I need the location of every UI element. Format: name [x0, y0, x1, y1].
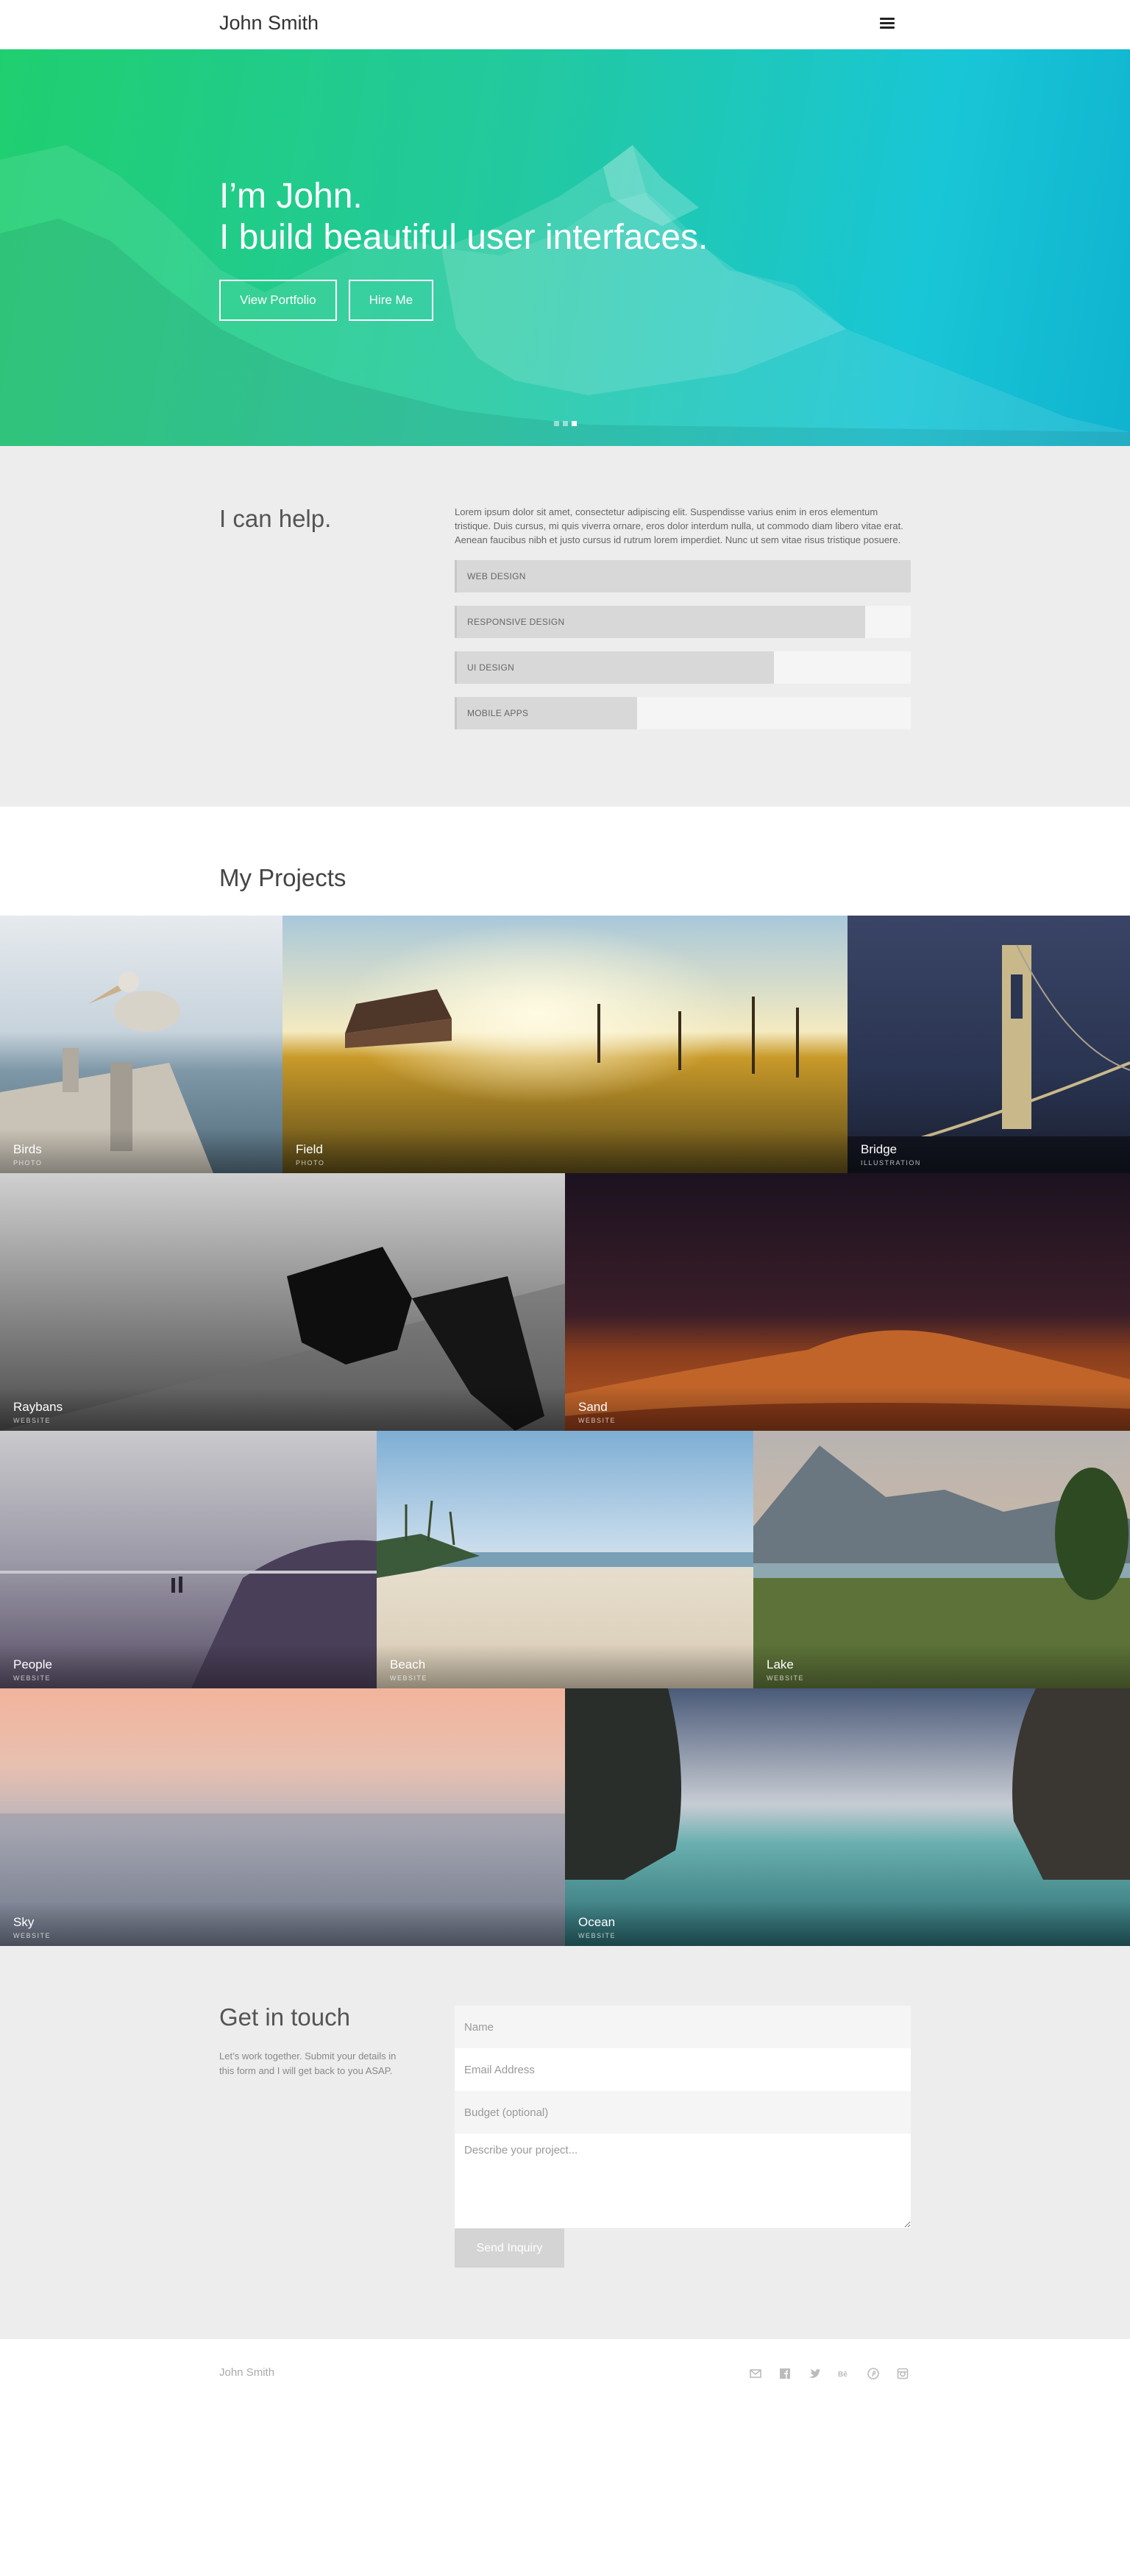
project-tile-birds[interactable]: Birds PHOTO — [0, 916, 282, 1173]
services-description: Lorem ipsum dolor sit amet, consectetur … — [455, 506, 903, 545]
services-title: I can help. — [219, 505, 332, 532]
project-name: Field — [296, 1142, 323, 1156]
services-section: I can help. Lorem ipsum dolor sit amet, … — [0, 446, 1130, 807]
slider-dot-3[interactable] — [571, 421, 577, 426]
projects-grid: Birds PHOTO Field PHOTO Bridge ILLUSTRAT… — [0, 916, 1130, 1946]
svg-text:Bē: Bē — [838, 2371, 848, 2379]
hamburger-menu-icon[interactable] — [880, 18, 895, 29]
skill-bar: RESPONSIVE DESIGN — [455, 606, 911, 638]
contact-description: Let’s work together. Submit your details… — [219, 2050, 397, 2076]
skill-bar: UI DESIGN — [455, 651, 911, 684]
twitter-icon[interactable] — [806, 2366, 822, 2382]
project-name: Ocean — [578, 1915, 616, 1929]
project-tile-bridge[interactable]: Bridge ILLUSTRATION — [848, 916, 1130, 1173]
instagram-icon[interactable] — [895, 2366, 911, 2382]
slider-dot-2[interactable] — [562, 421, 568, 426]
send-inquiry-button[interactable]: Send Inquiry — [455, 2229, 564, 2268]
skill-label: WEB DESIGN — [467, 571, 526, 581]
project-category: WEBSITE — [13, 1417, 51, 1424]
project-category: WEBSITE — [578, 1932, 616, 1939]
project-tile-beach[interactable]: Beach WEBSITE — [377, 1431, 753, 1688]
project-name: Lake — [767, 1657, 794, 1671]
project-category: WEBSITE — [767, 1674, 805, 1682]
project-tile-sand[interactable]: Sand WEBSITE — [565, 1173, 1130, 1431]
contact-form: Send Inquiry — [455, 2006, 911, 2268]
project-name: Bridge — [861, 1142, 898, 1156]
projects-header: My Projects — [0, 807, 1130, 916]
project-name: People — [13, 1657, 52, 1671]
hero-section: I’m John. I build beautiful user interfa… — [0, 49, 1130, 446]
project-name: Raybans — [13, 1400, 63, 1414]
projects-title: My Projects — [219, 864, 347, 891]
budget-field[interactable] — [455, 2091, 911, 2134]
brand-logo[interactable]: John Smith — [219, 12, 319, 35]
project-name: Sand — [578, 1400, 608, 1414]
skill-label: RESPONSIVE DESIGN — [467, 617, 565, 627]
hero-line-2: I build beautiful user interfaces. — [219, 218, 708, 257]
project-tile-people[interactable]: People WEBSITE — [0, 1431, 377, 1688]
project-name: Beach — [390, 1657, 426, 1671]
project-tile-raybans[interactable]: Raybans WEBSITE — [0, 1173, 565, 1431]
project-tile-field[interactable]: Field PHOTO — [282, 916, 848, 1173]
project-category: WEBSITE — [578, 1417, 616, 1424]
project-category: WEBSITE — [13, 1674, 51, 1682]
project-category: WEBSITE — [390, 1674, 428, 1682]
name-field[interactable] — [455, 2006, 911, 2048]
project-name: Birds — [13, 1142, 42, 1156]
project-category: WEBSITE — [13, 1932, 51, 1939]
slider-dot-1[interactable] — [553, 421, 559, 426]
project-tile-sky[interactable]: Sky WEBSITE — [0, 1688, 565, 1946]
hire-me-button[interactable]: Hire Me — [348, 280, 434, 321]
hero-heading: I’m John. I build beautiful user interfa… — [219, 176, 708, 258]
footer-brand: John Smith — [219, 2366, 275, 2379]
email-icon[interactable] — [747, 2366, 764, 2382]
view-portfolio-button[interactable]: View Portfolio — [219, 280, 337, 321]
hero-line-1: I’m John. — [219, 177, 363, 216]
pinterest-icon[interactable] — [865, 2366, 881, 2382]
slider-dots — [0, 421, 1130, 426]
project-category: PHOTO — [296, 1159, 325, 1167]
skill-bar: MOBILE APPS — [455, 697, 911, 729]
project-name: Sky — [13, 1915, 35, 1929]
project-tile-lake[interactable]: Lake WEBSITE — [753, 1431, 1130, 1688]
site-header: John Smith — [0, 0, 1130, 49]
skill-label: UI DESIGN — [467, 662, 515, 673]
facebook-icon[interactable] — [777, 2366, 793, 2382]
project-description-field[interactable] — [455, 2134, 911, 2228]
contact-section: Get in touch Let’s work together. Submit… — [0, 1946, 1130, 2339]
project-tile-ocean[interactable]: Ocean WEBSITE — [565, 1688, 1130, 1946]
skill-bar: WEB DESIGN — [455, 560, 911, 592]
behance-icon[interactable]: Bē — [836, 2366, 852, 2382]
email-field[interactable] — [455, 2048, 911, 2091]
social-links: Bē — [747, 2366, 911, 2382]
site-footer: John Smith Bē — [0, 2339, 1130, 2576]
project-category: ILLUSTRATION — [861, 1159, 921, 1167]
contact-title: Get in touch — [219, 2003, 350, 2031]
skill-label: MOBILE APPS — [467, 708, 529, 718]
project-category: PHOTO — [13, 1159, 43, 1167]
